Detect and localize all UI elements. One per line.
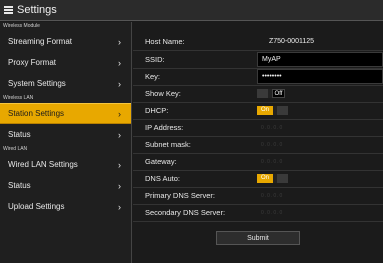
station-settings-form: Host Name: Z750-0001125 SSID: MyAP Key: … bbox=[133, 22, 383, 263]
toggle-off-segment bbox=[277, 174, 288, 183]
dhcp-label: DHCP: bbox=[145, 106, 169, 115]
key-label: Key: bbox=[145, 72, 161, 81]
gateway-row: Gateway: 0.0.0.0 bbox=[133, 153, 383, 171]
toggle-on-label: On bbox=[257, 174, 273, 183]
key-row: Key: •••••••• bbox=[133, 68, 383, 86]
toggle-off-label: Off bbox=[272, 89, 285, 98]
toggle-off-segment bbox=[277, 106, 288, 115]
chevron-right-icon: › bbox=[118, 36, 121, 47]
sidebar-item-upload-settings[interactable]: Upload Settings › bbox=[0, 196, 131, 217]
ip-address-row: IP Address: 0.0.0.0 bbox=[133, 119, 383, 137]
dhcp-row: DHCP: On bbox=[133, 102, 383, 120]
show-key-row: Show Key: Off bbox=[133, 85, 383, 103]
chevron-right-icon: › bbox=[118, 108, 121, 119]
chevron-right-icon: › bbox=[118, 180, 121, 191]
sidebar-item-label: Station Settings bbox=[8, 109, 65, 118]
key-input[interactable]: •••••••• bbox=[257, 69, 383, 84]
chevron-right-icon: › bbox=[118, 159, 121, 170]
sidebar-item-label: Status bbox=[8, 181, 31, 190]
ip-address-input[interactable]: 0.0.0.0 bbox=[257, 120, 383, 135]
ip-address-label: IP Address: bbox=[145, 123, 184, 132]
secondary-dns-input[interactable]: 0.0.0.0 bbox=[257, 205, 383, 220]
sidebar-item-label: Wired LAN Settings bbox=[8, 160, 78, 169]
primary-dns-input[interactable]: 0.0.0.0 bbox=[257, 188, 383, 203]
page-title: Settings bbox=[17, 4, 57, 16]
sidebar-item-proxy-format[interactable]: Proxy Format › bbox=[0, 52, 131, 73]
ssid-row: SSID: MyAP bbox=[133, 51, 383, 69]
subnet-mask-label: Subnet mask: bbox=[145, 140, 191, 149]
chevron-right-icon: › bbox=[118, 78, 121, 89]
sidebar-item-label: Proxy Format bbox=[8, 58, 57, 67]
toggle-on-segment bbox=[257, 89, 268, 98]
toggle-on-label: On bbox=[257, 106, 273, 115]
gateway-label: Gateway: bbox=[145, 157, 177, 166]
host-name-value: Z750-0001125 bbox=[269, 38, 315, 45]
subnet-mask-row: Subnet mask: 0.0.0.0 bbox=[133, 136, 383, 154]
ssid-input[interactable]: MyAP bbox=[257, 52, 383, 67]
host-name-row: Host Name: Z750-0001125 bbox=[133, 33, 383, 51]
secondary-dns-label: Secondary DNS Server: bbox=[145, 208, 226, 217]
sidebar: Wireless Module Streaming Format › Proxy… bbox=[0, 22, 132, 263]
dhcp-toggle[interactable]: On bbox=[257, 106, 288, 115]
show-key-label: Show Key: bbox=[145, 89, 181, 98]
sidebar-item-station-settings[interactable]: Station Settings › bbox=[0, 103, 131, 124]
title-bar: Settings bbox=[0, 0, 383, 21]
sidebar-item-wireless-status[interactable]: Status › bbox=[0, 124, 131, 145]
ssid-label: SSID: bbox=[145, 55, 165, 64]
host-name-label: Host Name: bbox=[145, 37, 185, 46]
sidebar-item-label: Streaming Format bbox=[8, 37, 73, 46]
sidebar-item-label: Upload Settings bbox=[8, 202, 65, 211]
show-key-toggle[interactable]: Off bbox=[257, 89, 285, 98]
dns-auto-row: DNS Auto: On bbox=[133, 170, 383, 188]
chevron-right-icon: › bbox=[118, 57, 121, 68]
chevron-right-icon: › bbox=[118, 201, 121, 212]
sidebar-section-wireless-lan: Wireless LAN bbox=[3, 95, 34, 101]
sidebar-item-streaming-format[interactable]: Streaming Format › bbox=[0, 31, 131, 52]
sidebar-item-wired-lan-settings[interactable]: Wired LAN Settings › bbox=[0, 154, 131, 175]
sidebar-section-wireless-module: Wireless Module bbox=[3, 23, 40, 29]
primary-dns-label: Primary DNS Server: bbox=[145, 191, 216, 200]
secondary-dns-row: Secondary DNS Server: 0.0.0.0 bbox=[133, 204, 383, 222]
submit-button[interactable]: Submit bbox=[216, 231, 300, 245]
dns-auto-toggle[interactable]: On bbox=[257, 174, 288, 183]
primary-dns-row: Primary DNS Server: 0.0.0.0 bbox=[133, 187, 383, 205]
dns-auto-label: DNS Auto: bbox=[145, 174, 181, 183]
sidebar-item-label: System Settings bbox=[8, 79, 66, 88]
sidebar-item-label: Status bbox=[8, 130, 31, 139]
gateway-input[interactable]: 0.0.0.0 bbox=[257, 154, 383, 169]
sidebar-item-system-settings[interactable]: System Settings › bbox=[0, 73, 131, 94]
hamburger-menu-icon[interactable] bbox=[4, 6, 13, 14]
subnet-mask-input[interactable]: 0.0.0.0 bbox=[257, 137, 383, 152]
chevron-right-icon: › bbox=[118, 129, 121, 140]
sidebar-section-wired-lan: Wired LAN bbox=[3, 146, 28, 152]
sidebar-item-wired-status[interactable]: Status › bbox=[0, 175, 131, 196]
